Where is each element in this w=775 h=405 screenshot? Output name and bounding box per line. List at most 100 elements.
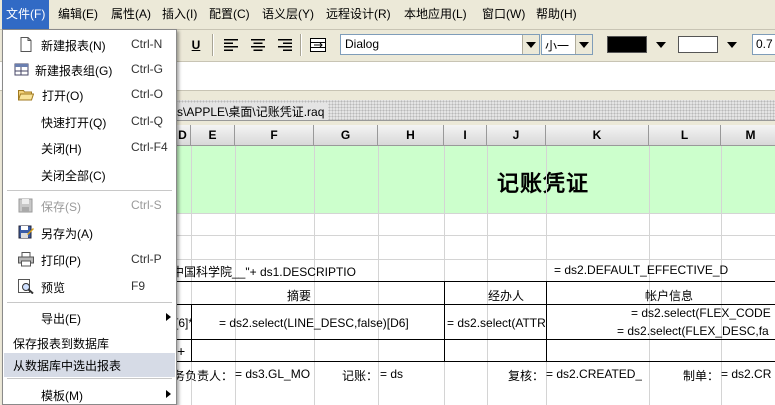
align-left-button[interactable] — [219, 33, 243, 57]
cell-flex-code[interactable]: = ds2.select(FLEX_CODE — [631, 306, 771, 320]
menu-help[interactable]: 帮助(H) — [532, 0, 581, 29]
footer-manager-value[interactable]: = ds3.GL_MO — [235, 367, 310, 381]
menu-remote-design[interactable]: 远程设计(R) — [322, 0, 395, 29]
grid-line — [444, 146, 445, 405]
header-handler[interactable]: 经办人 — [488, 287, 524, 304]
menu-item-shortcut: Ctrl-O — [131, 87, 163, 101]
underline-icon: U — [191, 38, 201, 52]
file-menu-print[interactable]: 打印(P) Ctrl-P — [4, 246, 175, 273]
line-width-field[interactable]: 0.7 — [752, 34, 775, 55]
cell-org-expression[interactable]: 中国科学院__"+ ds1.DESCRIPTIO — [175, 263, 356, 280]
print-icon — [18, 252, 34, 267]
table-border — [175, 281, 775, 282]
menu-item-label: 另存为(A) — [41, 227, 93, 241]
align-right-button[interactable] — [273, 33, 297, 57]
underline-button[interactable]: U — [184, 33, 208, 57]
merge-cells-button[interactable] — [306, 33, 330, 57]
column-header-f[interactable]: F — [235, 125, 314, 146]
menu-properties[interactable]: 属性(A) — [107, 0, 155, 29]
header-account-info[interactable]: 帐户信息 — [645, 287, 693, 304]
preview-icon — [18, 279, 34, 294]
column-header-e[interactable]: E — [191, 125, 235, 146]
footer-manager-label: 务负责人： — [175, 369, 234, 383]
document-tab[interactable]: s\APPLE\桌面\记账凭证.raq — [175, 100, 775, 121]
align-center-button[interactable] — [246, 33, 270, 57]
menu-semantic-layer[interactable]: 语义层(Y) — [258, 0, 318, 29]
align-center-icon — [251, 39, 265, 51]
menu-config[interactable]: 配置(C) — [205, 0, 254, 29]
table-border — [175, 339, 775, 340]
cell-line-index[interactable]: [6]* — [175, 316, 191, 330]
chevron-down-icon[interactable] — [522, 35, 539, 54]
cell-attribute[interactable]: = ds2.select(ATTRIBUTE1,fa — [447, 316, 545, 330]
file-menu-template[interactable]: 模板(M) — [4, 381, 175, 405]
menu-edit[interactable]: 编辑(E) — [54, 0, 102, 29]
header-summary[interactable]: 摘要 — [287, 287, 311, 304]
menu-file[interactable]: 文件(F) — [2, 0, 50, 29]
align-left-icon — [224, 39, 238, 51]
footer-review-value[interactable]: = ds2.CREATED_ — [546, 367, 642, 381]
file-menu-open[interactable]: 打开(O) Ctrl-O — [4, 81, 175, 108]
menu-item-label: 导出(E) — [41, 312, 81, 326]
font-name-value: Dialog — [345, 37, 380, 51]
menu-item-label: 从数据库中选出报表 — [13, 359, 122, 373]
menu-separator — [7, 190, 172, 191]
file-menu-quick-open[interactable]: 快速打开(Q) Ctrl-Q — [4, 108, 175, 135]
new-report-icon — [20, 37, 32, 52]
column-header-j[interactable]: J — [487, 125, 546, 146]
title-band — [175, 146, 775, 213]
menu-item-shortcut: Ctrl-N — [131, 37, 163, 51]
footer-bookkeeping-value[interactable]: = ds — [380, 367, 403, 381]
menu-item-label: 关闭全部(C) — [41, 169, 106, 183]
font-color-swatch[interactable] — [607, 36, 647, 53]
footer-bookkeeping-label: 记账： — [342, 369, 379, 383]
column-header-h[interactable]: H — [378, 125, 444, 146]
menu-bar: 文件(F) 编辑(E) 属性(A) 插入(I) 配置(C) 语义层(Y) 远程设… — [0, 0, 775, 30]
column-header-d[interactable]: D — [175, 125, 191, 146]
chevron-down-icon[interactable] — [575, 35, 592, 54]
menu-window[interactable]: 窗口(W) — [478, 0, 529, 29]
footer-maker-value[interactable]: = ds2.CR — [721, 367, 771, 381]
menu-local-app[interactable]: 本地应用(L) — [400, 0, 471, 29]
font-size-select[interactable]: 小一 — [541, 34, 593, 55]
menu-item-label: 打印(P) — [41, 254, 81, 268]
column-header-g[interactable]: G — [314, 125, 378, 146]
file-menu-close-all[interactable]: 关闭全部(C) — [4, 161, 175, 188]
file-menu-select-from-database[interactable]: 从数据库中选出报表 — [4, 353, 175, 377]
footer-review-label: 复核： — [508, 369, 545, 383]
column-header-l[interactable]: L — [649, 125, 721, 146]
file-menu-new-report-group[interactable]: 新建报表组(G) Ctrl-G — [4, 56, 175, 83]
file-menu-save[interactable]: 保存(S) Ctrl-S — [4, 192, 175, 219]
grid-line — [487, 146, 488, 405]
report-grid[interactable]: 记账凭证 中国科学院__"+ ds1.DESCRIPTIO = ds2.DEFA… — [175, 146, 775, 405]
cell-line-desc[interactable]: = ds2.select(LINE_DESC,false)[D6] — [219, 316, 409, 330]
background-color-dropdown-button[interactable] — [724, 34, 740, 55]
cell-effective-date[interactable]: = ds2.DEFAULT_EFFECTIVE_D — [554, 263, 728, 277]
file-menu-close[interactable]: 关闭(H) Ctrl-F4 — [4, 134, 175, 161]
column-header-m[interactable]: M — [721, 125, 775, 146]
font-color-dropdown-button[interactable] — [653, 34, 669, 55]
font-name-select[interactable]: Dialog — [340, 34, 540, 55]
report-group-icon — [14, 63, 29, 76]
submenu-arrow-icon — [166, 313, 171, 321]
menu-item-shortcut: Ctrl-S — [131, 198, 162, 212]
menu-item-label: 保存(S) — [41, 200, 81, 214]
column-header-k[interactable]: K — [546, 125, 649, 146]
file-menu-export[interactable]: 导出(E) — [4, 304, 175, 331]
document-path: s\APPLE\桌面\记账凭证.raq — [177, 103, 329, 120]
menu-item-label: 新建报表组(G) — [35, 64, 113, 78]
menu-separator — [7, 302, 172, 303]
cell-plus[interactable]: + — [177, 343, 185, 359]
file-menu-save-to-database[interactable]: 保存报表到数据库 — [4, 329, 175, 356]
save-as-icon — [18, 225, 34, 239]
column-header-i[interactable]: I — [444, 125, 487, 146]
background-color-swatch[interactable] — [678, 36, 718, 53]
report-title: 记账凭证 — [497, 171, 590, 197]
file-menu-new-report[interactable]: 新建报表(N) Ctrl-N — [4, 31, 175, 58]
align-right-icon — [278, 39, 292, 51]
file-menu-preview[interactable]: 预览 F9 — [4, 273, 175, 300]
cell-flex-desc[interactable]: = ds2.select(FLEX_DESC,fa — [617, 324, 769, 338]
file-menu-save-as[interactable]: 另存为(A) — [4, 219, 175, 246]
save-icon — [18, 198, 33, 213]
menu-insert[interactable]: 插入(I) — [158, 0, 201, 29]
